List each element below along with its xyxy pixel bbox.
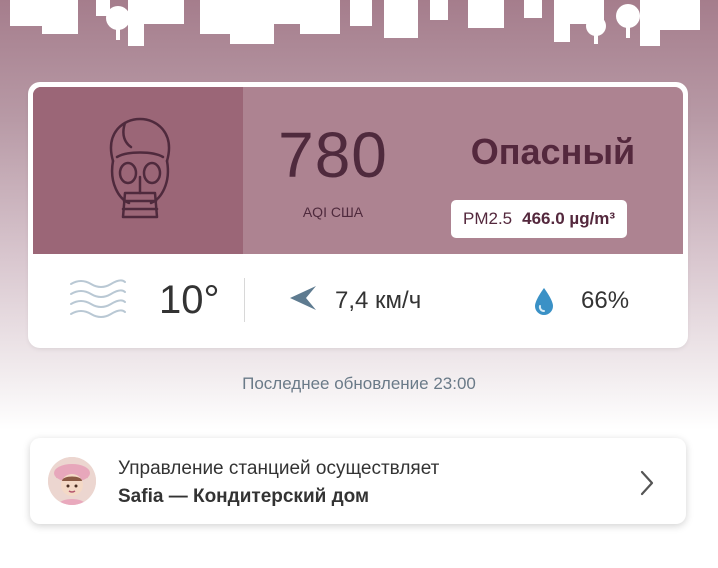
pollutant-name: PM2.5: [463, 209, 513, 228]
aqi-card[interactable]: 780 AQI США Опасный PM2.5 466.0 µg/m³ 10…: [30, 84, 686, 346]
temperature: 10°: [159, 278, 220, 322]
weather-divider: [244, 278, 245, 322]
pollutant-badge: PM2.5 466.0 µg/m³: [451, 200, 628, 238]
mask-panel: [33, 87, 243, 254]
avatar-icon: [48, 457, 96, 505]
station-operator-card[interactable]: Управление станцией осуществляет Safia —…: [30, 438, 686, 524]
aqi-status-band: 780 AQI США Опасный PM2.5 466.0 µg/m³: [33, 87, 683, 254]
pollutant-value: 466.0 µg/m³: [522, 209, 616, 228]
humidity: 66%: [581, 287, 630, 314]
city-skyline: [10, 0, 700, 46]
station-operator-name: Safia — Кондитерский дом: [118, 486, 370, 507]
aqi-value: 780: [278, 119, 388, 191]
wind-speed: 7,4 км/ч: [335, 287, 422, 314]
weather-row: 10° 7,4 км/ч 66%: [33, 254, 683, 346]
aqi-status: Опасный: [470, 131, 636, 172]
avatar: [48, 457, 96, 505]
wind-lines-icon: [70, 279, 126, 318]
chevron-right-icon[interactable]: [640, 470, 654, 496]
gas-mask-icon: [109, 117, 171, 219]
station-operator-label: Управление станцией осуществляет: [118, 458, 440, 479]
wind-direction-icon: [290, 286, 316, 310]
aqi-unit-label: AQI США: [302, 204, 364, 220]
last-update-text: Последнее обновление 23:00: [242, 374, 476, 393]
water-drop-icon: [535, 288, 553, 315]
